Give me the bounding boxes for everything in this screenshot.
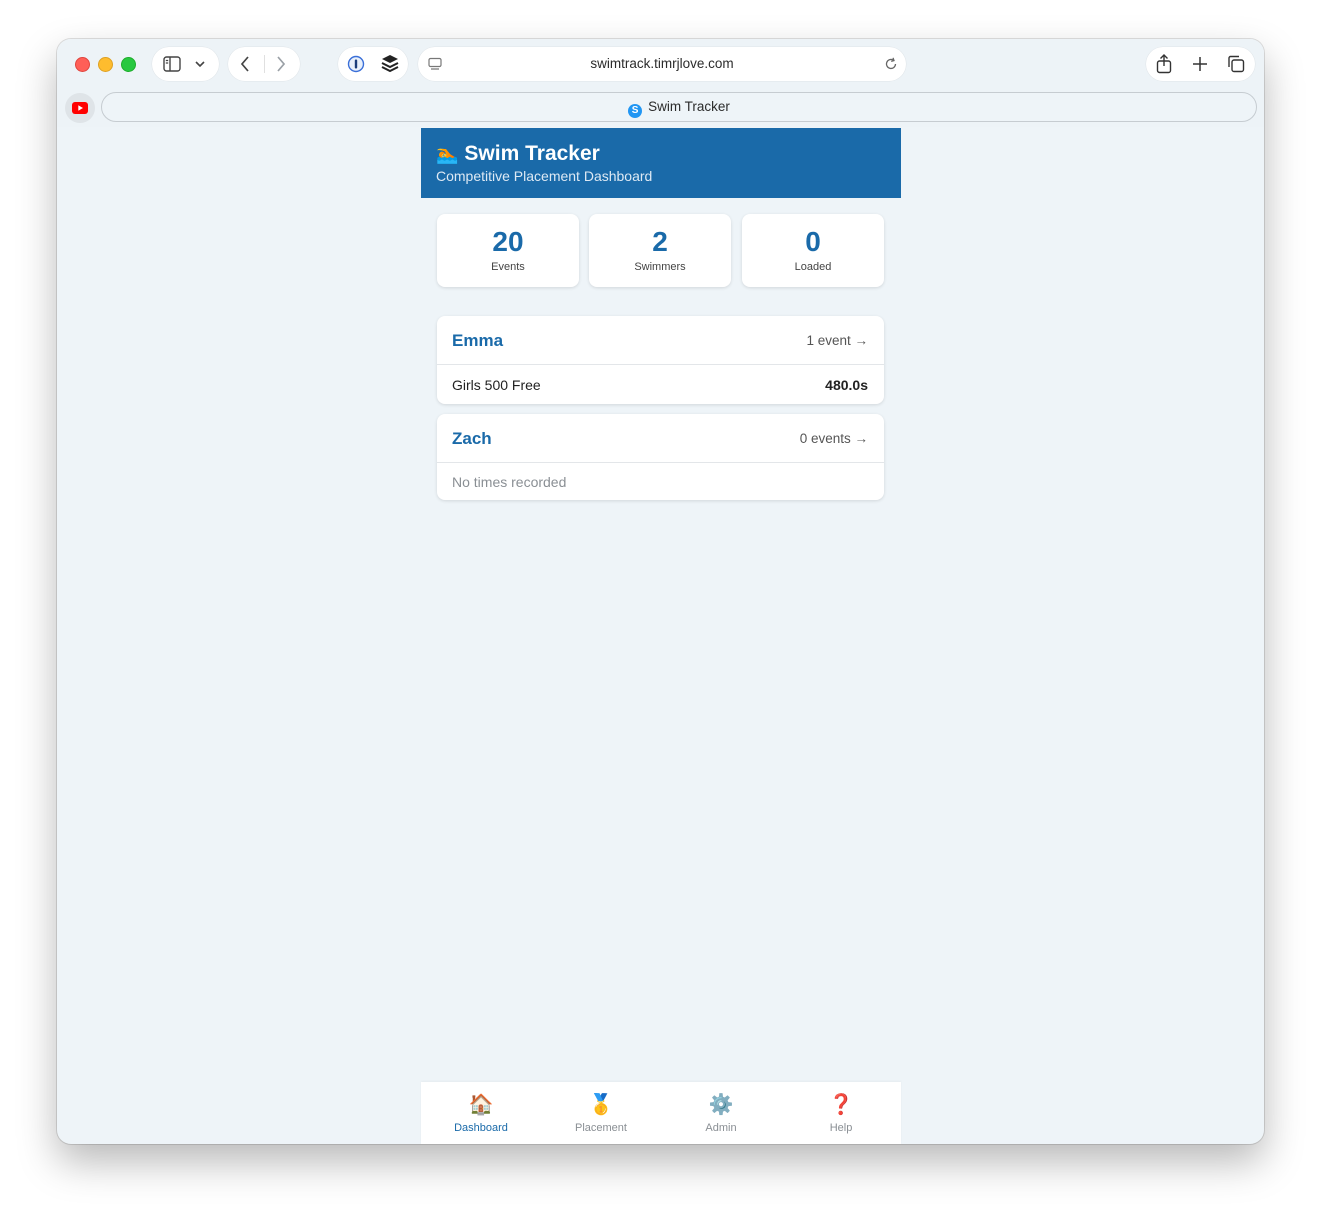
share-icon[interactable] (1156, 54, 1172, 74)
minimize-window-button[interactable] (98, 57, 113, 72)
nav-label: Help (829, 1122, 853, 1134)
history-nav-group (228, 47, 300, 81)
swimmer-name: Emma (452, 331, 504, 350)
nav-label: Dashboard (454, 1122, 508, 1134)
stat-value: 20 (492, 226, 524, 257)
nav-item-dashboard[interactable]: 🏠 Dashboard (421, 1082, 541, 1144)
app-title-text: Swim Tracker (464, 142, 600, 165)
swim-tracker-favicon: S (628, 104, 643, 118)
stat-label: Loaded (794, 261, 832, 273)
event-time: 480.0s (825, 377, 868, 393)
stat-label: Events (491, 261, 525, 273)
browser-toolbar: swimtrack.timrjlove.com (57, 39, 1264, 89)
nav-item-help[interactable]: ❓ Help (781, 1082, 901, 1144)
empty-state-text: No times recorded (452, 474, 567, 490)
chevron-down-icon[interactable] (195, 60, 205, 68)
medal-icon: 🥇 (588, 1094, 614, 1116)
url-text: swimtrack.timrjlove.com (590, 56, 734, 71)
tab-title: Swim Tracker (648, 99, 730, 114)
swimmer-card-header[interactable]: Emma 1 event → (437, 316, 884, 365)
swimmer-card-zach: Zach 0 events → No times recorded (437, 414, 884, 500)
gear-icon: ⚙️ (708, 1094, 734, 1116)
sidebar-icon[interactable] (163, 56, 181, 72)
event-name: Girls 500 Free (452, 377, 541, 393)
swimmer-name: Zach (452, 429, 492, 448)
pinned-tab-youtube[interactable] (65, 93, 95, 123)
event-count-link[interactable]: 1 event → (806, 333, 868, 348)
reload-icon[interactable] (884, 57, 898, 71)
swimmer-card-header[interactable]: Zach 0 events → (437, 414, 884, 463)
tab-bar: S Swim Tracker (57, 89, 1264, 127)
swimmer-card-emma: Emma 1 event → Girls 500 Free 480.0s (437, 316, 884, 404)
nav-label: Admin (705, 1122, 737, 1134)
bottom-navigation: 🏠 Dashboard 🥇 Placement ⚙️ Admin ❓ Help (421, 1082, 901, 1144)
stat-card-events: 20 Events (437, 214, 579, 287)
forward-arrow-icon[interactable] (276, 56, 286, 72)
browser-window: swimtrack.timrjlove.com S Swim Tracker 🏊… (57, 39, 1264, 1144)
app-header: 🏊 Swim Tracker Competitive Placement Dash… (421, 128, 901, 198)
extensions-group (338, 47, 408, 81)
stat-value: 2 (652, 226, 668, 257)
question-mark-icon: ❓ (828, 1094, 854, 1116)
youtube-icon (72, 102, 88, 114)
active-tab[interactable]: S Swim Tracker (101, 92, 1257, 122)
nav-label: Placement (575, 1122, 627, 1134)
app-title: 🏊 Swim Tracker (436, 142, 600, 166)
house-icon: 🏠 (468, 1094, 494, 1116)
stat-card-loaded: 0 Loaded (742, 214, 884, 287)
stat-value: 0 (805, 226, 821, 257)
nav-item-admin[interactable]: ⚙️ Admin (661, 1082, 781, 1144)
app-subtitle: Competitive Placement Dashboard (436, 168, 653, 184)
layers-icon[interactable] (381, 54, 399, 74)
swimmer-icon: 🏊 (436, 144, 459, 164)
password-manager-icon[interactable] (347, 55, 365, 73)
stat-label: Swimmers (634, 261, 686, 273)
back-arrow-icon[interactable] (240, 56, 250, 72)
zoom-window-button[interactable] (121, 57, 136, 72)
nav-item-placement[interactable]: 🥇 Placement (541, 1082, 661, 1144)
event-count-link[interactable]: 0 events → (800, 431, 868, 446)
tab-overview-icon[interactable] (1227, 55, 1245, 73)
sidebar-toggle-group (152, 47, 219, 81)
address-bar[interactable]: swimtrack.timrjlove.com (418, 47, 906, 81)
stat-card-swimmers: 2 Swimmers (589, 214, 731, 287)
window-actions-group (1146, 47, 1255, 81)
close-window-button[interactable] (75, 57, 90, 72)
nav-divider (264, 55, 265, 73)
new-tab-plus-icon[interactable] (1192, 56, 1208, 72)
